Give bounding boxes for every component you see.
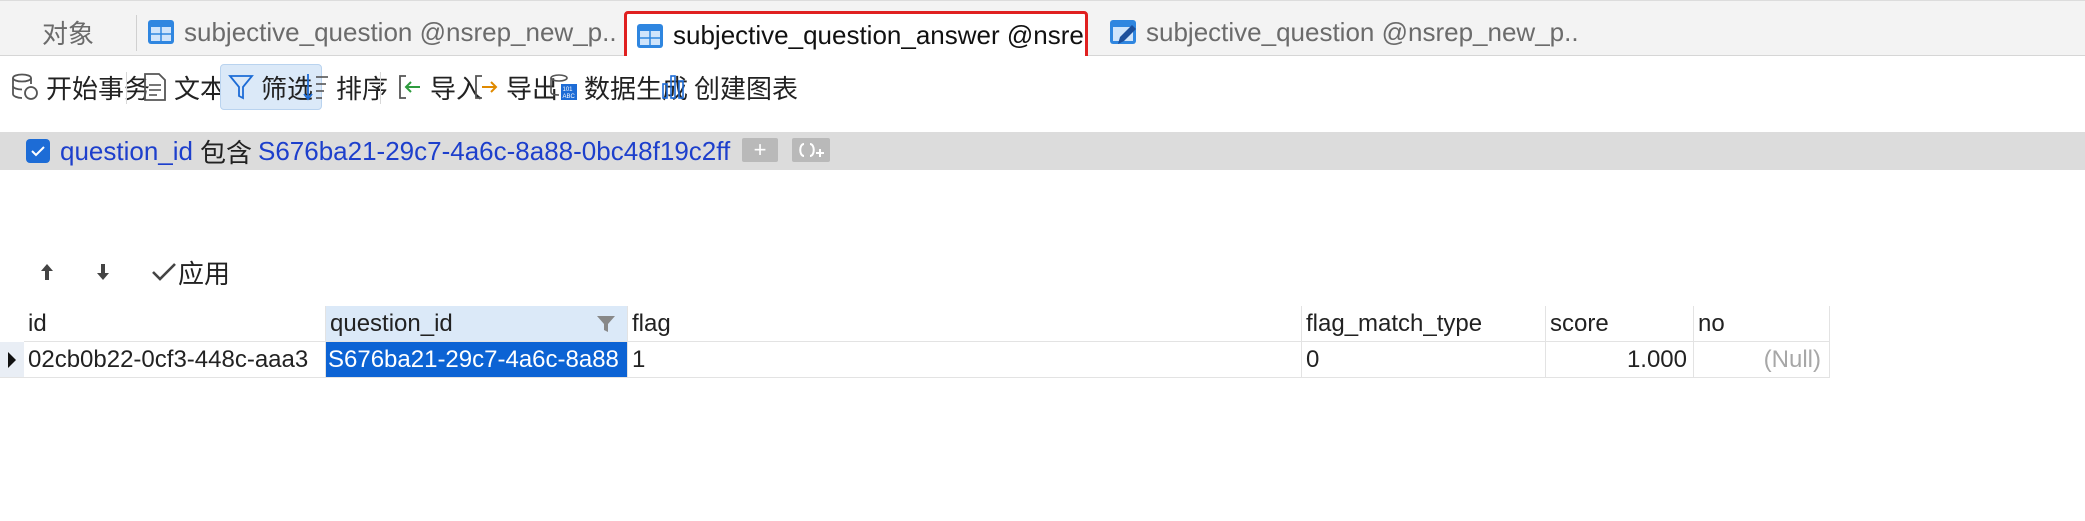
column-header-label: flag	[632, 309, 671, 337]
table-icon	[637, 23, 663, 48]
tab-separator	[136, 15, 137, 51]
tab-bar: 对象 subjective_question @nsrep_new_p... s…	[0, 0, 2085, 60]
column-header-question-id[interactable]: question_id	[326, 306, 628, 342]
toolbar-divider	[380, 72, 381, 104]
filter-enabled-checkbox[interactable]	[26, 139, 50, 163]
tab-objects[interactable]: 对象	[0, 10, 136, 54]
begin-transaction-button[interactable]: 开始事务	[10, 64, 150, 110]
add-filter-label: +	[753, 137, 767, 162]
row-indicator[interactable]	[0, 342, 24, 378]
svg-text:ABC: ABC	[563, 94, 576, 100]
move-up-button[interactable]	[36, 252, 58, 292]
current-row-arrow-icon	[8, 351, 16, 368]
sort-button[interactable]: 排序	[302, 64, 388, 110]
arrow-down-icon	[97, 264, 109, 280]
column-filter-icon	[597, 315, 615, 332]
column-header-label: question_id	[330, 309, 453, 337]
check-icon	[31, 146, 45, 157]
import-button[interactable]: 导入	[396, 64, 482, 110]
arrow-up-icon	[41, 264, 53, 280]
filter-value[interactable]: S676ba21-29c7-4a6c-8a88-0bc48f19c2ff	[258, 134, 730, 168]
add-filter-button[interactable]: +	[742, 137, 778, 162]
tab-subjective-question-design[interactable]: subjective_question @nsrep_new_p...	[1100, 10, 1580, 54]
table-cell[interactable]: 1.000	[1546, 342, 1694, 378]
filter-icon	[228, 75, 254, 100]
column-header-label: no	[1698, 309, 1725, 337]
table-cell-selected[interactable]: S676ba21-29c7-4a6c-8a88	[326, 342, 628, 378]
apply-label: 应用	[178, 258, 231, 289]
table-edit-icon	[1110, 20, 1136, 44]
export-button[interactable]: 导出	[472, 64, 558, 110]
filter-field[interactable]: question_id	[60, 134, 193, 168]
filter-operator[interactable]: 包含	[200, 134, 252, 168]
filter-actions: 应用	[0, 252, 400, 292]
tab-subjective-question-answer[interactable]: subjective_question_answer @nsre...	[624, 11, 1088, 60]
column-header-flag-match-type[interactable]: flag_match_type	[1302, 306, 1546, 342]
column-header-label: score	[1550, 309, 1609, 337]
import-icon	[399, 75, 420, 99]
document-icon	[144, 73, 166, 101]
svg-text:101: 101	[563, 87, 574, 93]
toolbar: 开始事务 文本 筛选 排序 导入 导出 101 ABC 数据生成 创建图表	[0, 56, 2085, 122]
column-header-id[interactable]: id	[24, 306, 326, 342]
database-transaction-icon	[12, 73, 38, 100]
tab-label: subjective_question_answer @nsre...	[673, 20, 1088, 50]
text-view-label: 文本	[174, 73, 227, 104]
table-cell[interactable]: 0	[1302, 342, 1546, 378]
export-icon	[475, 75, 498, 99]
column-header-label: id	[28, 309, 47, 337]
add-group-button[interactable]	[792, 138, 830, 162]
tab-label: 对象	[41, 18, 94, 49]
table-cell[interactable]: 02cb0b22-0cf3-448c-aaa3	[24, 342, 326, 378]
data-generation-icon: 101 ABC	[550, 74, 577, 100]
table-cell-null[interactable]: (Null)	[1694, 342, 1830, 378]
apply-button[interactable]: 应用	[150, 252, 230, 292]
tab-label: subjective_question @nsrep_new_p...	[184, 16, 618, 47]
table-cell[interactable]: 1	[628, 342, 1302, 378]
chart-icon	[662, 75, 684, 99]
column-header-no[interactable]: no	[1694, 306, 1830, 342]
tab-label: subjective_question @nsrep_new_p...	[1146, 16, 1580, 47]
move-down-button[interactable]	[92, 252, 114, 292]
create-chart-button[interactable]: 创建图表	[660, 64, 798, 110]
filter-bar: question_id 包含 S676ba21-29c7-4a6c-8a88-0…	[0, 132, 2085, 170]
column-header-score[interactable]: score	[1546, 306, 1694, 342]
toolbar-divider	[126, 72, 127, 104]
column-header-flag[interactable]: flag	[628, 306, 1302, 342]
add-group-icon	[799, 143, 824, 157]
table-icon	[148, 20, 174, 44]
tab-subjective-question[interactable]: subjective_question @nsrep_new_p...	[138, 10, 618, 54]
create-chart-label: 创建图表	[694, 73, 799, 104]
begin-transaction-label: 开始事务	[46, 73, 151, 104]
column-header-label: flag_match_type	[1306, 309, 1483, 337]
checkmark-icon	[152, 263, 176, 281]
sort-icon	[303, 74, 328, 101]
